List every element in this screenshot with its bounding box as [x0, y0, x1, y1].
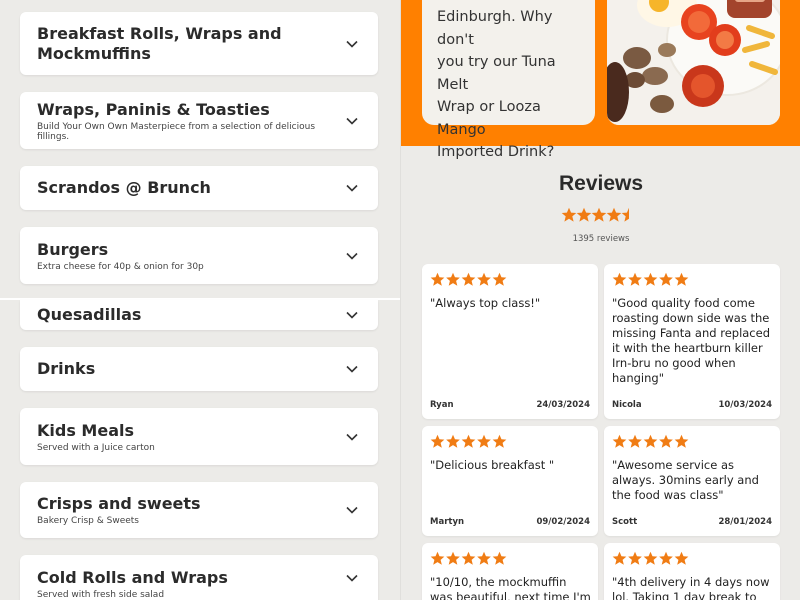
chevron-down-icon [346, 252, 358, 260]
chevron-down-icon [346, 365, 358, 373]
category-title: Kids Meals [37, 420, 135, 440]
review-card: "Always top class!" Ryan 24/03/2024 [422, 264, 598, 419]
category-subtitle: Build Your Own Own Masterpiece from a se… [37, 121, 316, 142]
review-card: "Delicious breakfast " Martyn 09/02/2024 [422, 426, 598, 536]
category-subtitle: Served with fresh side salad [37, 589, 165, 600]
chevron-down-icon [346, 117, 358, 125]
review-stars [612, 551, 689, 565]
category-subtitle: Served with a Juice carton [37, 442, 155, 453]
review-card: "4th delivery in 4 days now lol. Taking … [604, 543, 780, 600]
category-title: Wraps, Paninis & Toasties [37, 99, 270, 119]
chevron-down-icon [346, 40, 358, 48]
promo-banner: Edinburgh. Why don't you try our Tuna Me… [401, 0, 800, 160]
promo-line: Edinburgh. Why don't [437, 9, 553, 48]
chevron-down-icon [346, 184, 358, 192]
review-card: "10/10, the mockmuffin was beautiful, ne… [422, 543, 598, 600]
review-text: "4th delivery in 4 days now lol. Taking … [612, 575, 770, 600]
review-count: 1395 reviews [572, 234, 630, 244]
category-drinks[interactable]: Drinks [20, 347, 378, 391]
review-author: Martyn [430, 517, 465, 527]
review-stars [430, 434, 507, 448]
review-text: "Always top class!" [430, 296, 541, 310]
category-wraps-paninis[interactable]: Wraps, Paninis & Toasties Build Your Own… [20, 92, 378, 149]
breakfast-food-image [607, 0, 780, 125]
review-stars [612, 434, 689, 448]
review-stars [430, 551, 507, 565]
chevron-down-icon [346, 311, 358, 319]
category-cold-rolls-wraps[interactable]: Cold Rolls and Wraps Served with fresh s… [20, 555, 378, 600]
average-rating-stars [561, 207, 629, 222]
category-title: Burgers [37, 239, 109, 259]
review-text: "10/10, the mockmuffin was beautiful, ne… [430, 575, 591, 600]
category-title: Drinks [37, 359, 96, 378]
review-card: "Good quality food come roasting down si… [604, 264, 780, 419]
review-author: Ryan [430, 400, 454, 410]
review-date: 28/01/2024 [718, 517, 772, 527]
chevron-down-icon [346, 506, 358, 514]
review-text: "Awesome service as always. 30mins early… [612, 458, 759, 502]
review-stars [430, 272, 507, 286]
review-stars [612, 272, 689, 286]
promo-line: Wrap or Looza Mango [437, 99, 541, 138]
category-title: Breakfast Rolls, Wraps and Mockmuffins [37, 23, 282, 63]
category-kids-meals[interactable]: Kids Meals Served with a Juice carton [20, 408, 378, 465]
category-burgers[interactable]: Burgers Extra cheese for 40p & onion for… [20, 227, 378, 284]
review-text: "Good quality food come roasting down si… [612, 296, 771, 385]
reviews-heading: Reviews [558, 172, 644, 195]
menu-category-list: Breakfast Rolls, Wraps and Mockmuffins W… [0, 0, 400, 600]
category-title: Scrandos @ Brunch [37, 178, 211, 197]
promo-line: you try our Tuna Melt [437, 54, 556, 93]
category-subtitle: Bakery Crisp & Sweets [37, 516, 139, 526]
category-crisps-sweets[interactable]: Crisps and sweets Bakery Crisp & Sweets [20, 482, 378, 538]
promo-text-card: Edinburgh. Why don't you try our Tuna Me… [422, 0, 595, 160]
review-date: 24/03/2024 [536, 400, 590, 410]
category-title: Crisps and sweets [37, 494, 201, 513]
category-quesadillas[interactable]: Quesadillas [20, 300, 378, 330]
chevron-down-icon [346, 433, 358, 441]
category-scrandos[interactable]: Scrandos @ Brunch [20, 166, 378, 210]
promo-line: Imported Drink? [437, 144, 555, 160]
category-breakfast-rolls[interactable]: Breakfast Rolls, Wraps and Mockmuffins [20, 12, 378, 75]
reviews-panel: Edinburgh. Why don't you try our Tuna Me… [400, 0, 800, 600]
review-date: 10/03/2024 [718, 400, 772, 410]
review-text: "Delicious breakfast " [430, 458, 555, 472]
review-author: Nicola [612, 400, 642, 410]
review-card: "Awesome service as always. 30mins early… [604, 426, 780, 536]
review-date: 09/02/2024 [536, 517, 590, 527]
category-title: Quesadillas [37, 305, 142, 324]
chevron-down-icon [346, 574, 358, 582]
category-title: Cold Rolls and Wraps [37, 567, 228, 587]
category-subtitle: Extra cheese for 40p & onion for 30p [37, 261, 204, 272]
review-author: Scott [612, 517, 638, 527]
